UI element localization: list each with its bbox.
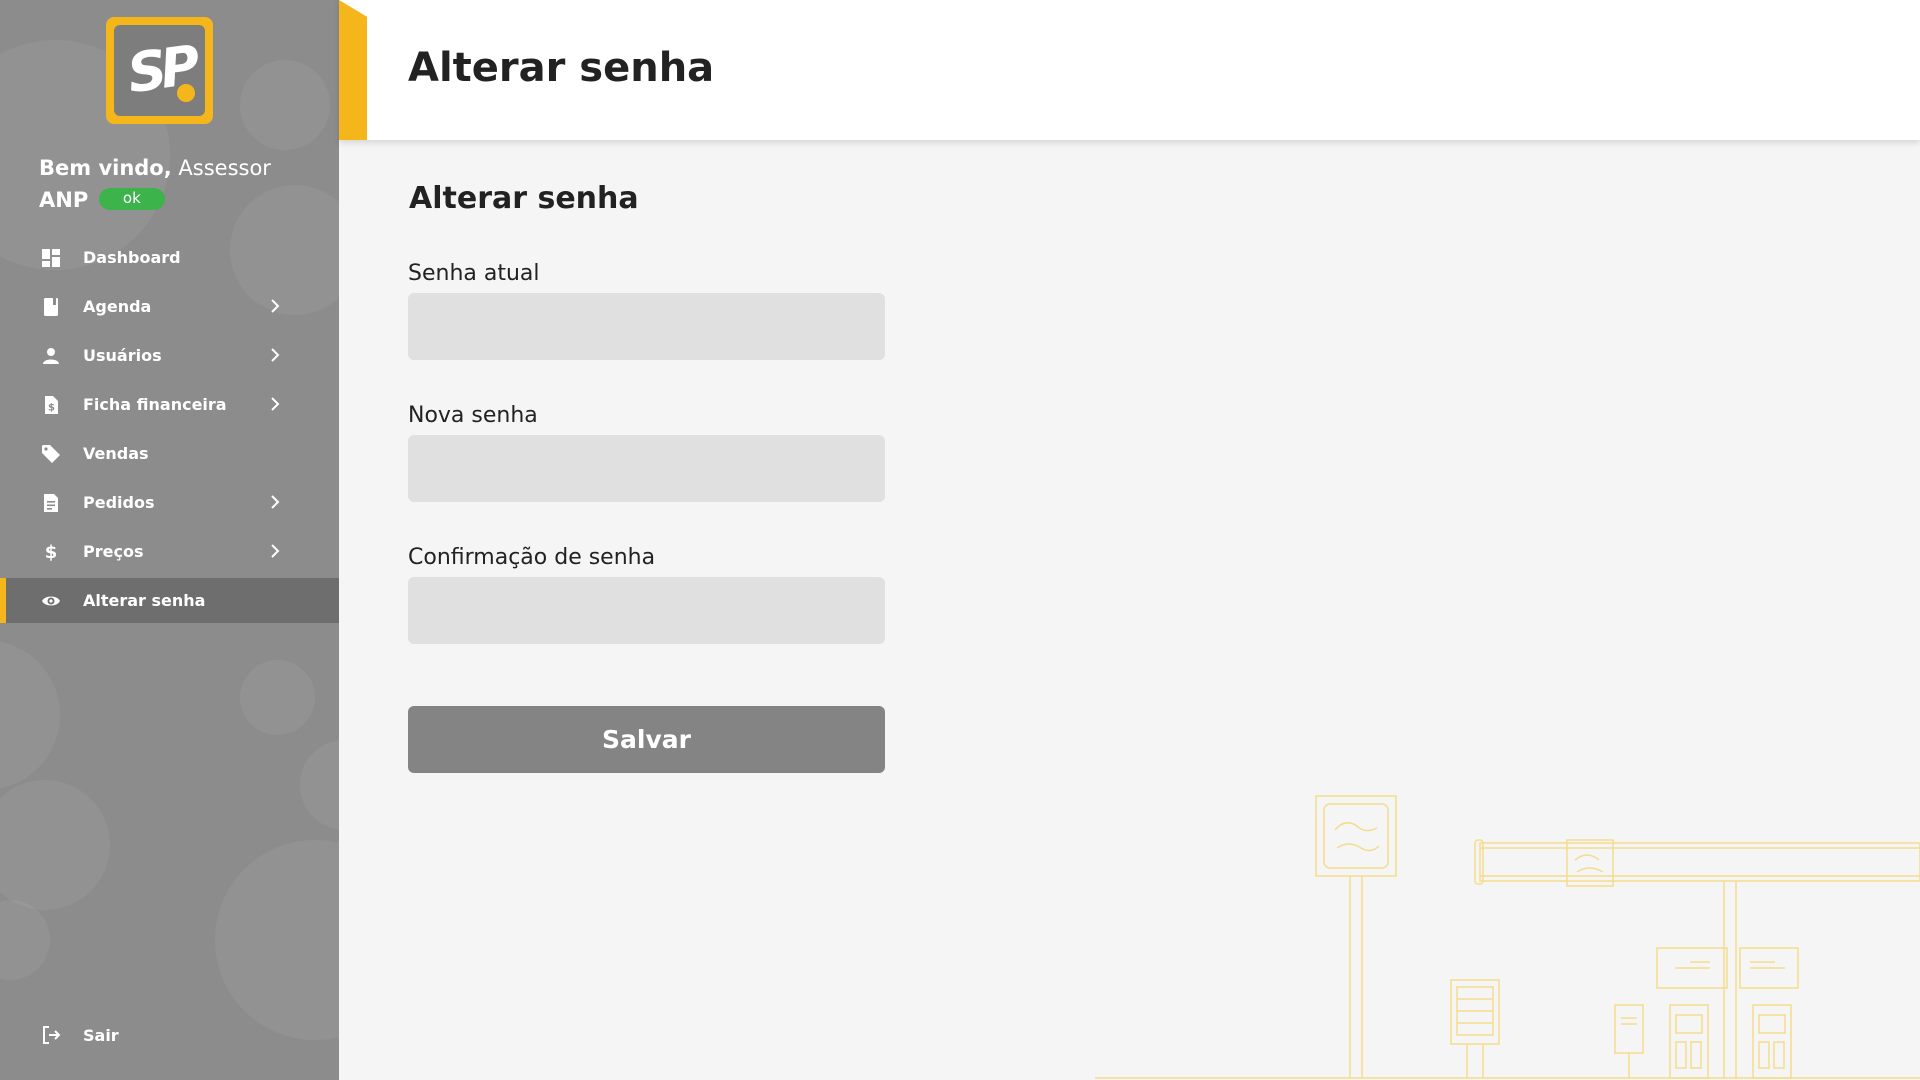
sidebar-item-label: Vendas (83, 444, 149, 463)
sidebar-item-pedidos[interactable]: Pedidos (0, 480, 339, 525)
logout-label: Sair (83, 1025, 119, 1045)
new-password-input[interactable] (408, 435, 885, 502)
sidebar-item-label: Alterar senha (83, 591, 206, 610)
sidebar-item-ficha-financeira[interactable]: $ Ficha financeira (0, 382, 339, 427)
chevron-right-icon (271, 348, 280, 362)
save-button[interactable]: Salvar (408, 706, 885, 773)
sidebar-item-alterar-senha[interactable]: Alterar senha (0, 578, 339, 623)
form-title: Alterar senha (409, 181, 639, 216)
welcome-role: ANP (39, 188, 89, 212)
dollar-icon: $ (40, 541, 62, 563)
sidebar-item-dashboard[interactable]: Dashboard (0, 235, 339, 280)
current-password-label: Senha atual (408, 261, 540, 286)
document-icon (40, 492, 62, 514)
chevron-right-icon (271, 495, 280, 509)
invoice-icon: $ (40, 394, 62, 416)
brand-logo[interactable]: SP (106, 17, 213, 124)
logout-button[interactable]: Sair (40, 1024, 119, 1046)
tag-icon (40, 443, 62, 465)
sidebar-item-label: Dashboard (83, 248, 181, 267)
new-password-label: Nova senha (408, 403, 538, 428)
confirm-password-label: Confirmação de senha (408, 545, 656, 570)
sidebar-item-vendas[interactable]: Vendas (0, 431, 339, 476)
welcome-message: Bem vindo, Assessor ANP ok (39, 152, 319, 216)
page-title: Alterar senha (408, 45, 715, 91)
chevron-right-icon (271, 397, 280, 411)
status-badge: ok (98, 188, 165, 210)
sidebar-item-label: Agenda (83, 297, 152, 316)
eye-icon (40, 590, 62, 612)
dashboard-icon (40, 247, 62, 269)
sidebar-item-label: Ficha financeira (83, 395, 227, 414)
sidebar-item-label: Pedidos (83, 493, 155, 512)
sidebar-item-label: Usuários (83, 346, 162, 365)
chevron-right-icon (271, 299, 280, 313)
sidebar: SP Bem vindo, Assessor ANP ok Dashboard … (0, 0, 339, 1080)
svg-text:$: $ (45, 542, 58, 562)
welcome-greeting: Bem vindo, (39, 156, 172, 180)
user-icon (40, 345, 62, 367)
header-accent (339, 0, 367, 140)
sidebar-item-agenda[interactable]: Agenda (0, 284, 339, 329)
sidebar-item-usuarios[interactable]: Usuários (0, 333, 339, 378)
book-icon (40, 296, 62, 318)
sidebar-item-precos[interactable]: $ Preços (0, 529, 339, 574)
gas-station-illustration (1095, 795, 1920, 1079)
sidebar-item-label: Preços (83, 542, 144, 561)
current-password-input[interactable] (408, 293, 885, 360)
confirm-password-input[interactable] (408, 577, 885, 644)
logout-icon (40, 1024, 62, 1046)
welcome-name: Assessor (178, 156, 271, 180)
svg-text:$: $ (48, 402, 55, 413)
chevron-right-icon (271, 544, 280, 558)
sidebar-nav: Dashboard Agenda Usuários $ Ficha financ… (0, 235, 339, 627)
